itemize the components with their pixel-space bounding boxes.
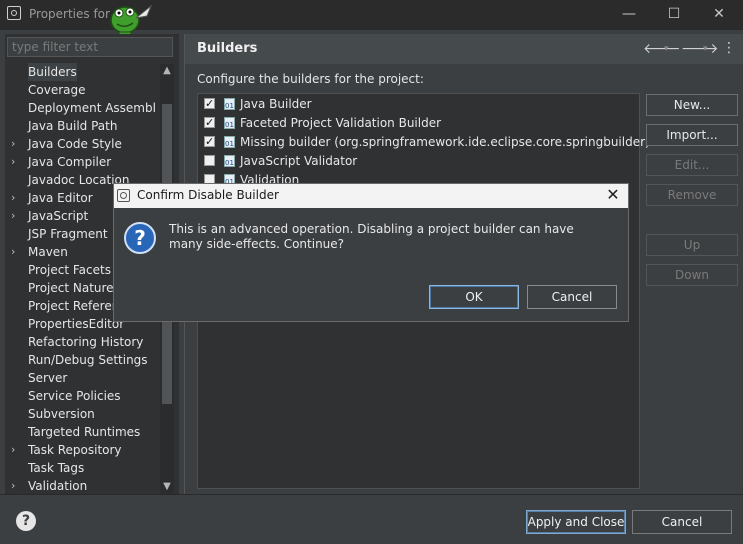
eclipse-dialog-icon bbox=[117, 189, 130, 202]
help-icon[interactable]: ? bbox=[16, 511, 36, 531]
expand-chevron-icon[interactable]: › bbox=[11, 441, 15, 459]
tree-item-label: Project Facets bbox=[28, 263, 111, 277]
tree-item-label: Java Editor bbox=[28, 191, 93, 205]
tree-item-label: Java Build Path bbox=[28, 119, 118, 133]
tree-item-label: Targeted Runtimes bbox=[28, 425, 141, 439]
builder-checkbox[interactable] bbox=[204, 155, 215, 166]
footer-cancel-button[interactable]: Cancel bbox=[632, 510, 732, 534]
tree-item[interactable]: › Java Code Style bbox=[7, 135, 155, 153]
dialog-footer: ? Apply and Close Cancel bbox=[0, 494, 743, 544]
window-title: Properties for bbox=[29, 7, 110, 21]
forward-menu-chevron-icon[interactable]: ▾ bbox=[703, 44, 708, 54]
builder-checkbox[interactable] bbox=[204, 95, 215, 113]
tree-item[interactable]: Subversion bbox=[7, 405, 155, 423]
edit-builder-button[interactable]: Edit... bbox=[646, 154, 738, 176]
scroll-down-icon[interactable]: ▼ bbox=[160, 480, 174, 494]
maximize-button[interactable]: ☐ bbox=[663, 4, 685, 24]
expand-chevron-icon[interactable]: › bbox=[11, 207, 15, 225]
move-down-button[interactable]: Down bbox=[646, 264, 738, 286]
page-title: Builders bbox=[197, 41, 258, 56]
remove-builder-button[interactable]: Remove bbox=[646, 184, 738, 206]
tree-item[interactable]: Builders bbox=[7, 63, 155, 81]
dialog-titlebar: Confirm Disable Builder ✕ bbox=[114, 184, 628, 208]
tree-item[interactable]: Server bbox=[7, 369, 155, 387]
page-description: Configure the builders for the project: bbox=[197, 72, 424, 86]
question-icon: ? bbox=[124, 222, 156, 254]
expand-chevron-icon[interactable]: › bbox=[11, 243, 15, 261]
tree-item-label: PropertiesEditor bbox=[28, 317, 125, 331]
tree-item-label: Task Tags bbox=[28, 461, 85, 475]
scroll-up-icon[interactable]: ▲ bbox=[160, 64, 174, 78]
tree-item-label: Subversion bbox=[28, 407, 95, 421]
dialog-close-button[interactable]: ✕ bbox=[604, 185, 622, 205]
expand-chevron-icon[interactable]: › bbox=[11, 477, 15, 495]
dialog-ok-button[interactable]: OK bbox=[429, 285, 519, 309]
apply-and-close-button[interactable]: Apply and Close bbox=[526, 510, 626, 534]
tree-item-label: Coverage bbox=[28, 83, 86, 97]
tree-item[interactable]: Targeted Runtimes bbox=[7, 423, 155, 441]
new-builder-button[interactable]: New... bbox=[646, 94, 738, 116]
import-builder-button[interactable]: Import... bbox=[646, 124, 738, 146]
confirm-disable-builder-dialog: Confirm Disable Builder ✕ ? This is an a… bbox=[113, 183, 629, 322]
builder-checkbox[interactable] bbox=[204, 133, 215, 151]
tree-item-label: Validation bbox=[28, 479, 88, 493]
tree-item-label: Deployment Assembly bbox=[28, 101, 155, 115]
tree-item[interactable]: Refactoring History bbox=[7, 333, 155, 351]
back-arrow-icon[interactable]: 🡐 bbox=[643, 40, 681, 57]
view-menu-icon[interactable]: ⋮ bbox=[722, 40, 736, 56]
tree-item-label: Server bbox=[28, 371, 68, 385]
tree-item[interactable]: Service Policies bbox=[7, 387, 155, 405]
tree-item-label: Project Natures bbox=[28, 281, 120, 295]
builder-icon bbox=[224, 135, 235, 153]
tree-item-label: Maven bbox=[28, 245, 68, 259]
page-header: Builders 🡐 ▾ 🡒 ▾ ⋮ bbox=[185, 34, 743, 64]
dialog-message: This is an advanced operation. Disabling… bbox=[169, 222, 574, 251]
builder-checkbox[interactable] bbox=[204, 114, 215, 132]
tree-item-label: JavaScript bbox=[28, 209, 89, 223]
filter-input[interactable]: type filter text bbox=[7, 37, 173, 57]
tree-item[interactable]: › Task Repository bbox=[7, 441, 155, 459]
forward-arrow-icon[interactable]: 🡒 bbox=[681, 40, 719, 57]
tree-item[interactable]: Task Tags bbox=[7, 459, 155, 477]
tree-item-label: Builders bbox=[28, 63, 77, 81]
tree-item-label: Run/Debug Settings bbox=[28, 353, 148, 367]
back-menu-chevron-icon[interactable]: ▾ bbox=[664, 44, 669, 54]
dialog-cancel-button[interactable]: Cancel bbox=[527, 285, 617, 309]
move-up-button[interactable]: Up bbox=[646, 234, 738, 256]
tree-item-label: JSP Fragment bbox=[28, 227, 108, 241]
builder-name: JavaScript Validator bbox=[240, 154, 358, 168]
eclipse-app-icon bbox=[7, 6, 21, 20]
builder-icon bbox=[224, 97, 235, 115]
expand-chevron-icon[interactable]: › bbox=[11, 153, 15, 171]
tree-item[interactable]: Java Build Path bbox=[7, 117, 155, 135]
tree-item[interactable]: Deployment Assembly bbox=[7, 99, 155, 117]
window-close-button[interactable]: ✕ bbox=[708, 4, 730, 24]
tree-item-label: Service Policies bbox=[28, 389, 121, 403]
expand-chevron-icon[interactable]: › bbox=[11, 189, 15, 207]
builder-icon bbox=[224, 154, 235, 172]
builder-name: Faceted Project Validation Builder bbox=[240, 116, 442, 130]
tree-item-label: Java Code Style bbox=[28, 137, 122, 151]
expand-chevron-icon[interactable]: › bbox=[11, 135, 15, 153]
tree-item-label: Refactoring History bbox=[28, 335, 144, 349]
tree-item-label: Java Compiler bbox=[28, 155, 112, 169]
builder-icon bbox=[224, 116, 235, 134]
builder-name: Java Builder bbox=[240, 97, 312, 111]
tree-item[interactable]: Coverage bbox=[7, 81, 155, 99]
tree-item[interactable]: Run/Debug Settings bbox=[7, 351, 155, 369]
tree-item-label: Task Repository bbox=[28, 443, 122, 457]
tree-item[interactable]: › Java Compiler bbox=[7, 153, 155, 171]
builder-name: Missing builder (org.springframework.ide… bbox=[240, 135, 650, 149]
minimize-button[interactable]: — bbox=[618, 4, 640, 24]
tree-item[interactable]: › Validation bbox=[7, 477, 155, 495]
dialog-title: Confirm Disable Builder bbox=[137, 188, 279, 202]
